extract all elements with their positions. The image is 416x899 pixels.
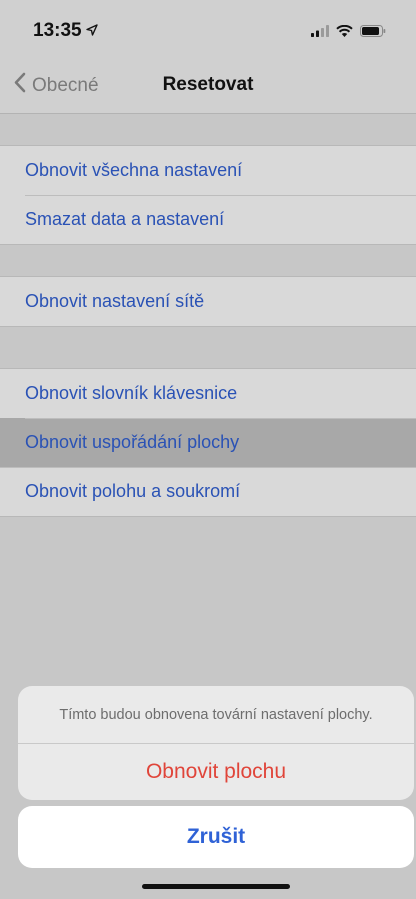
cancel-button[interactable]: Zrušit [18,806,414,868]
wifi-icon [336,24,353,42]
reset-group-3: Obnovit slovník klávesnice Obnovit uspoř… [0,368,416,517]
reset-all-settings-item[interactable]: Obnovit všechna nastavení [0,146,416,195]
list-item-label: Smazat data a nastavení [25,209,225,229]
action-sheet-message: Tímto budou obnovena tovární nastavení p… [18,686,414,744]
battery-icon [360,24,386,42]
reset-home-screen-button[interactable]: Obnovit plochu [18,744,414,800]
list-item-label: Obnovit polohu a soukromí [25,481,241,501]
reset-group-1: Obnovit všechna nastavení Smazat data a … [0,145,416,245]
reset-home-screen-layout-item[interactable]: Obnovit uspořádání plochy [0,418,416,467]
reset-network-settings-item[interactable]: Obnovit nastavení sítě [0,277,416,326]
erase-all-content-item[interactable]: Smazat data a nastavení [0,195,416,244]
status-time: 13:35 [33,20,82,41]
list-item-label: Obnovit všechna nastavení [25,160,243,180]
reset-group-2: Obnovit nastavení sítě [0,276,416,327]
status-icons [311,24,386,42]
reset-location-privacy-item[interactable]: Obnovit polohu a soukromí [0,467,416,516]
list-item-label: Obnovit uspořádání plochy [25,432,240,452]
action-sheet: Tímto budou obnovena tovární nastavení p… [18,686,414,800]
list-item-label: Obnovit nastavení sítě [25,291,205,311]
list-item-label: Obnovit slovník klávesnice [25,383,238,403]
cellular-signal-icon [311,24,329,42]
home-indicator [142,884,290,889]
location-arrow-icon [85,20,98,42]
page-title: Resetovat [162,74,254,95]
reset-keyboard-dictionary-item[interactable]: Obnovit slovník klávesnice [0,369,416,418]
status-time-group: 13:35 [33,20,98,42]
status-bar: 13:35 [0,0,416,60]
navigation-bar: Obecné Resetovat [0,60,416,114]
